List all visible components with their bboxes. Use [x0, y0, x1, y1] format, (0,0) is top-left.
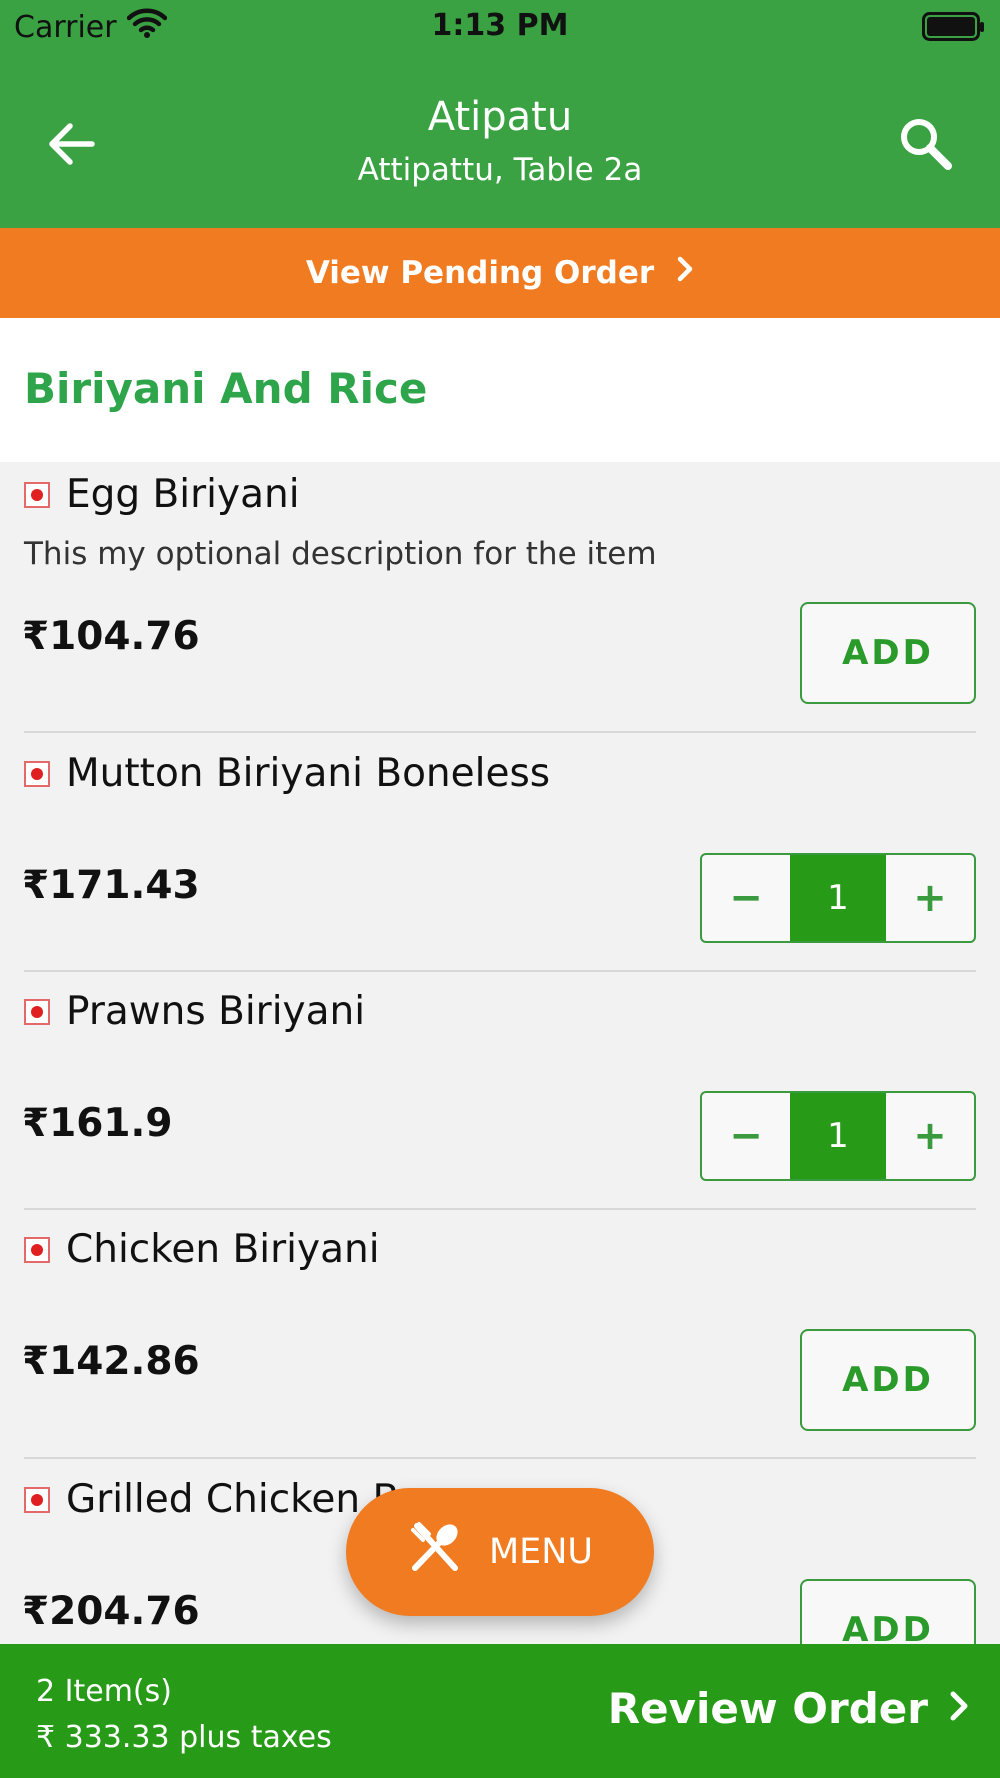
food-type-icon [24, 1487, 50, 1513]
item-name: Prawns Biriyani [66, 989, 366, 1034]
review-order-label: Review Order [607, 1684, 928, 1733]
food-type-icon [24, 761, 50, 787]
menu-item-list: Egg Biriyani This my optional descriptio… [0, 462, 1000, 1644]
item-name: Chicken Biriyani [66, 1227, 380, 1272]
review-order-button[interactable]: Review Order [608, 1684, 970, 1733]
food-type-icon [24, 1237, 50, 1263]
menu-item: Mutton Biriyani Boneless ₹171.43 − 1 + [0, 733, 1000, 972]
status-bar: Carrier 1:13 PM [0, 0, 1000, 56]
search-icon[interactable] [896, 114, 956, 174]
food-type-icon [24, 482, 50, 508]
increase-quantity-button[interactable]: + [886, 855, 974, 941]
menu-item: Prawns Biriyani ₹161.9 − 1 + [0, 971, 1000, 1210]
item-count: 2 Item(s) [36, 1674, 172, 1709]
item-price: ₹104.76 [22, 614, 200, 659]
chevron-right-icon [948, 1684, 970, 1733]
order-summary-bar: 2 Item(s) ₹ 333.33 plus taxes Review Ord… [0, 1644, 1000, 1778]
menu-item: Chicken Biriyani ₹142.86 ADD [0, 1209, 1000, 1459]
quantity-value: 1 [790, 1093, 886, 1179]
restaurant-title: Atipatu [427, 94, 573, 140]
menu-item: Egg Biriyani This my optional descriptio… [0, 462, 1000, 733]
category-title: Biriyani And Rice [24, 364, 428, 413]
decrease-quantity-button[interactable]: − [702, 1093, 790, 1179]
increase-quantity-button[interactable]: + [886, 1093, 974, 1179]
pending-order-label: View Pending Order [305, 255, 655, 291]
menu-label: MENU [488, 1532, 594, 1572]
status-time: 1:13 PM [431, 8, 569, 43]
item-description: This my optional description for the ite… [24, 536, 657, 572]
quantity-value: 1 [790, 855, 886, 941]
item-price: ₹142.86 [22, 1339, 200, 1384]
view-pending-order-button[interactable]: View Pending Order [0, 228, 1000, 318]
food-type-icon [24, 999, 50, 1025]
chevron-right-icon [676, 255, 694, 291]
item-name: Egg Biriyani [66, 472, 300, 517]
menu-button[interactable]: MENU [346, 1488, 654, 1616]
item-price: ₹204.76 [22, 1589, 200, 1634]
add-button[interactable]: ADD [800, 602, 976, 704]
item-name: Mutton Biriyani Boneless [66, 751, 551, 796]
table-subtitle: Attipattu, Table 2a [357, 152, 643, 188]
quantity-stepper: − 1 + [700, 853, 976, 943]
decrease-quantity-button[interactable]: − [702, 855, 790, 941]
add-button[interactable]: ADD [800, 1329, 976, 1431]
app-header: Atipatu Attipattu, Table 2a [0, 56, 1000, 228]
item-price: ₹161.9 [22, 1101, 173, 1146]
item-price: ₹171.43 [22, 863, 200, 908]
add-button[interactable]: ADD [800, 1579, 976, 1644]
cutlery-icon [407, 1520, 463, 1585]
item-name: Grilled Chicken B [66, 1477, 400, 1522]
order-total: ₹ 333.33 plus taxes [36, 1720, 332, 1755]
battery-icon [922, 12, 986, 46]
category-header: Biriyani And Rice [0, 318, 1000, 462]
quantity-stepper: − 1 + [700, 1091, 976, 1181]
